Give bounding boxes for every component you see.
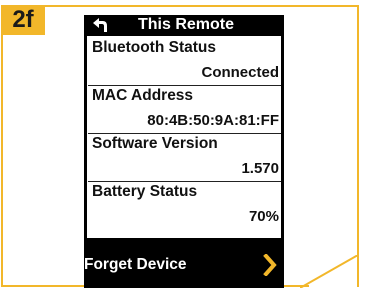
chevron-right-icon xyxy=(263,254,277,276)
bluetooth-status-value: Connected xyxy=(201,64,279,81)
remote-device-screen: This Remote Bluetooth Status Connected M… xyxy=(84,15,284,288)
screen-title: This Remote xyxy=(138,16,235,33)
software-version-label: Software Version xyxy=(92,135,218,152)
divider xyxy=(88,133,281,134)
divider xyxy=(88,181,281,182)
frame-corner-line xyxy=(300,255,359,288)
screen-header: This Remote xyxy=(84,15,284,36)
battery-status-value: 70% xyxy=(248,208,279,225)
forget-device-label: Forget Device xyxy=(84,256,187,273)
bluetooth-status-label: Bluetooth Status xyxy=(92,39,216,56)
divider xyxy=(88,85,281,86)
forget-device-button[interactable]: Forget Device xyxy=(84,243,284,288)
battery-status-label: Battery Status xyxy=(92,183,198,200)
mac-address-value: 80:4B:50:9A:81:FF xyxy=(147,112,279,129)
software-version-value: 1.570 xyxy=(241,160,279,177)
step-tag: 2f xyxy=(1,5,45,35)
back-arrow-icon[interactable] xyxy=(91,17,109,33)
settings-list: Bluetooth Status Connected MAC Address 8… xyxy=(87,36,281,238)
mac-address-label: MAC Address xyxy=(92,87,194,104)
